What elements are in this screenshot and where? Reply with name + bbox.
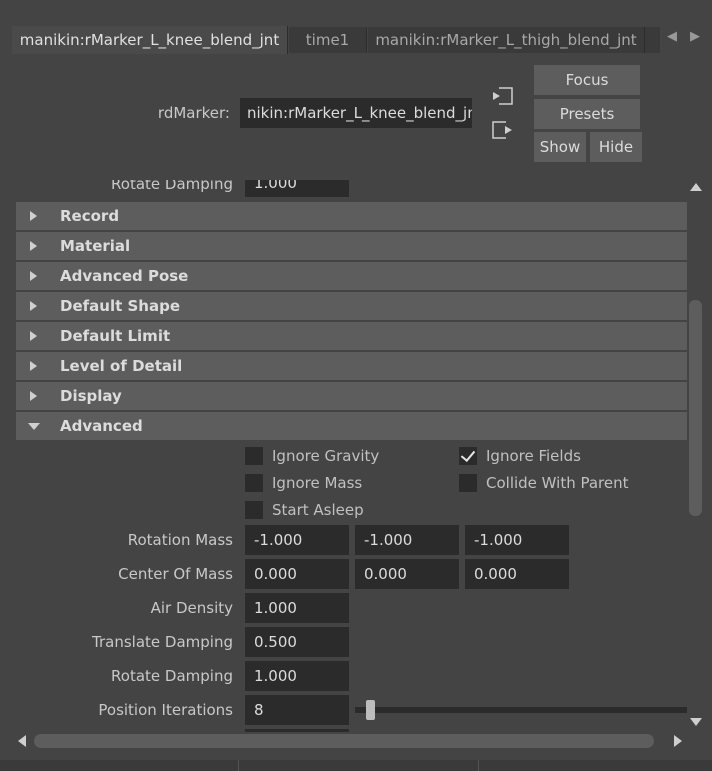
section-label: Default Limit: [60, 327, 171, 345]
ignore-gravity-checkbox[interactable]: [245, 447, 263, 465]
section-advanced-pose[interactable]: Advanced Pose: [16, 262, 687, 290]
scroll-right-icon[interactable]: [674, 735, 682, 747]
checkmark-icon: [460, 446, 476, 463]
section-label: Advanced Pose: [60, 267, 189, 285]
tab-scroll-left-icon[interactable]: ◀: [667, 29, 677, 44]
tab-label: manikin:rMarker_L_thigh_blend_jnt: [375, 31, 637, 49]
attribute-scroll-area[interactable]: Rotate Damping 1.000 Record Material Adv…: [0, 180, 712, 771]
collapsed-arrow-icon: [30, 211, 37, 221]
center-of-mass-x-field[interactable]: 0.000: [245, 559, 349, 589]
center-of-mass-y-field[interactable]: 0.000: [355, 559, 459, 589]
section-record[interactable]: Record: [16, 202, 687, 230]
start-asleep-label: Start Asleep: [272, 501, 364, 519]
air-density-field[interactable]: 1.000: [245, 593, 349, 623]
ignore-fields-label: Ignore Fields: [486, 447, 581, 465]
section-label: Level of Detail: [60, 357, 183, 375]
section-label: Record: [60, 207, 120, 225]
section-display[interactable]: Display: [16, 382, 687, 410]
horizontal-scroll-thumb[interactable]: [34, 734, 654, 748]
section-label: Display: [60, 387, 122, 405]
rotation-mass-z-field[interactable]: -1.000: [465, 525, 569, 555]
center-of-mass-label: Center Of Mass: [118, 565, 233, 583]
bottom-bar-divider: [238, 760, 239, 771]
section-label: Advanced: [60, 417, 143, 435]
rotate-damping-field[interactable]: 1.000: [245, 661, 349, 691]
translate-damping-field[interactable]: 0.500: [245, 627, 349, 657]
node-name-field[interactable]: nikin:rMarker_L_knee_blend_jnt: [240, 98, 472, 128]
scroll-up-icon[interactable]: [690, 183, 702, 191]
tab-scroll-right-icon[interactable]: ▶: [690, 29, 700, 44]
center-of-mass-z-field[interactable]: 0.000: [465, 559, 569, 589]
section-default-shape[interactable]: Default Shape: [16, 292, 687, 320]
position-iterations-slider-handle[interactable]: [366, 700, 375, 720]
output-connection-icon[interactable]: [492, 120, 514, 140]
tab-bar: manikin:rMarker_L_knee_blend_jnt time1 m…: [0, 24, 712, 54]
ignore-gravity-label: Ignore Gravity: [272, 447, 380, 465]
show-button[interactable]: Show: [534, 132, 586, 162]
section-level-of-detail[interactable]: Level of Detail: [16, 352, 687, 380]
tab-thigh-blend-jnt[interactable]: manikin:rMarker_L_thigh_blend_jnt: [368, 27, 645, 53]
air-density-label: Air Density: [150, 599, 233, 617]
tab-label: time1: [305, 31, 350, 49]
ignore-fields-checkbox[interactable]: [459, 446, 477, 465]
scroll-down-icon[interactable]: [690, 718, 702, 726]
tab-label: manikin:rMarker_L_knee_blend_jnt: [19, 31, 280, 49]
collapsed-arrow-icon: [30, 331, 37, 341]
bottom-bar: [0, 760, 712, 771]
focus-button[interactable]: Focus: [534, 65, 640, 95]
input-connection-icon[interactable]: [492, 86, 514, 106]
collide-with-parent-label: Collide With Parent: [486, 474, 629, 492]
position-iterations-label: Position Iterations: [98, 701, 233, 719]
collapsed-arrow-icon: [30, 391, 37, 401]
rotate-damping-label: Rotate Damping: [111, 180, 233, 193]
section-label: Material: [60, 237, 131, 255]
scroll-left-icon[interactable]: [18, 735, 26, 747]
section-label: Default Shape: [60, 297, 180, 315]
section-default-limit[interactable]: Default Limit: [16, 322, 687, 350]
horizontal-scrollbar[interactable]: [16, 732, 687, 750]
tab-knee-blend-jnt[interactable]: manikin:rMarker_L_knee_blend_jnt: [12, 26, 288, 54]
position-iterations-field[interactable]: 8: [245, 695, 349, 725]
section-advanced[interactable]: Advanced: [16, 412, 687, 440]
node-type-label: rdMarker:: [157, 104, 230, 122]
vertical-scrollbar[interactable]: [687, 180, 705, 732]
vertical-scroll-thumb[interactable]: [689, 300, 702, 516]
presets-button[interactable]: Presets: [534, 99, 640, 129]
expanded-arrow-icon: [28, 423, 40, 430]
collapsed-arrow-icon: [30, 301, 37, 311]
position-iterations-slider-track[interactable]: [355, 707, 687, 713]
start-asleep-checkbox[interactable]: [245, 501, 263, 519]
rotation-mass-y-field[interactable]: -1.000: [355, 525, 459, 555]
section-material[interactable]: Material: [16, 232, 687, 260]
rotate-damping-label: Rotate Damping: [111, 667, 233, 685]
collapsed-arrow-icon: [30, 271, 37, 281]
collapsed-arrow-icon: [30, 361, 37, 371]
rotation-mass-label: Rotation Mass: [127, 531, 233, 549]
hide-button[interactable]: Hide: [590, 132, 642, 162]
rotation-mass-x-field[interactable]: -1.000: [245, 525, 349, 555]
tab-overflow: [645, 27, 660, 53]
tab-time1[interactable]: time1: [289, 27, 367, 53]
ignore-mass-checkbox[interactable]: [245, 474, 263, 492]
collapsed-arrow-icon: [30, 241, 37, 251]
ignore-mass-label: Ignore Mass: [272, 474, 363, 492]
collide-with-parent-checkbox[interactable]: [459, 474, 477, 492]
bottom-bar-divider: [478, 760, 479, 771]
rotate-damping-field[interactable]: 1.000: [245, 180, 349, 197]
translate-damping-label: Translate Damping: [92, 633, 233, 651]
